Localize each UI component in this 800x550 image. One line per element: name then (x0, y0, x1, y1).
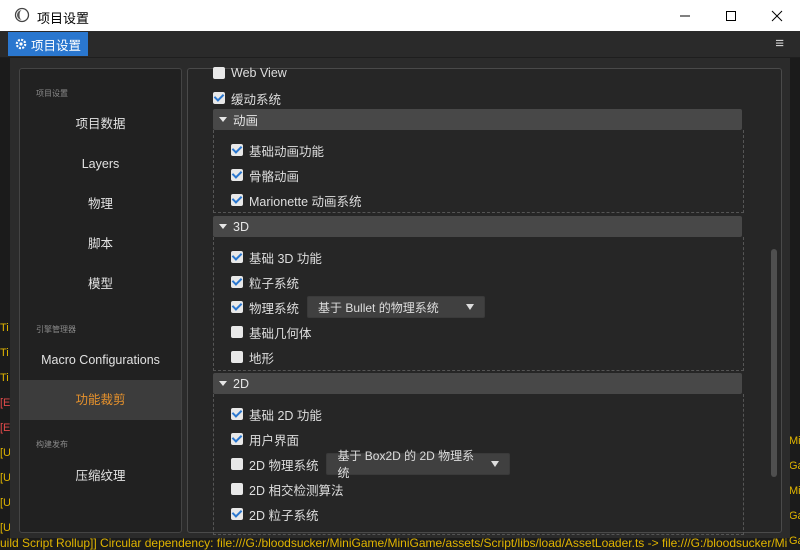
option-label: 基础动画功能 (249, 144, 325, 159)
group-header-3d[interactable]: 3D (213, 216, 742, 237)
checkbox[interactable] (231, 458, 243, 470)
option-2d-particles[interactable]: 2D 粒子系统 (231, 504, 318, 524)
console-fragment: Ga (789, 460, 800, 472)
checkbox[interactable] (231, 508, 243, 520)
option-basic-2d[interactable]: 基础 2D 功能 (231, 404, 322, 424)
option-label: 2D 相交检测算法 (249, 483, 344, 498)
physics-engine-select[interactable]: 基于 Bullet 的物理系统 (307, 296, 486, 318)
checkbox[interactable] (231, 144, 243, 156)
checkbox[interactable] (231, 408, 243, 420)
checkbox[interactable] (231, 169, 243, 181)
console-fragment: [E (0, 422, 11, 434)
sidebar-section-title: 项目设置 (36, 89, 68, 98)
chevron-down-icon (491, 461, 500, 467)
option-skeletal-animation[interactable]: 骨骼动画 (231, 165, 299, 185)
gear-icon (15, 38, 27, 50)
group-title: 2D (233, 376, 249, 391)
group-title: 3D (233, 219, 249, 234)
checkbox[interactable] (231, 251, 243, 263)
checkbox[interactable] (231, 194, 243, 206)
option-label: 骨骼动画 (249, 169, 300, 184)
option-label: 基础几何体 (249, 326, 312, 341)
option-label: 用户界面 (249, 433, 300, 448)
sidebar-item-macro-configurations[interactable]: Macro Configurations (20, 340, 181, 380)
close-button[interactable] (754, 0, 800, 31)
sidebar-item-feature-cropping[interactable]: 功能裁剪 (20, 380, 181, 420)
sidebar-section-title: 构建发布 (36, 440, 68, 449)
collapse-triangle-icon (219, 224, 227, 229)
maximize-button[interactable] (708, 0, 754, 31)
checkbox[interactable] (213, 92, 225, 104)
window-titlebar: 项目设置 (0, 0, 800, 31)
group-title: 动画 (233, 114, 259, 128)
sidebar-item-model[interactable]: 模型 (20, 264, 181, 304)
window-title: 项目设置 (37, 11, 90, 26)
option-basic-3d[interactable]: 基础 3D 功能 (231, 247, 322, 267)
checkbox[interactable] (231, 433, 243, 445)
console-fragment: [E (0, 397, 11, 409)
option-tween-system[interactable]: 缓动系统 (213, 88, 281, 108)
option-terrain[interactable]: 地形 (231, 347, 274, 367)
option-primitives[interactable]: 基础几何体 (231, 322, 312, 342)
collapse-triangle-icon (219, 381, 227, 386)
tab-label: 项目设置 (31, 38, 82, 53)
sidebar-item-scripts[interactable]: 脚本 (20, 224, 181, 264)
console-fragment: Ti (0, 322, 9, 334)
option-label: 基础 3D 功能 (249, 251, 322, 266)
select-value: 基于 Bullet 的物理系统 (318, 300, 439, 315)
console-fragment: Mi (789, 485, 800, 497)
option-label: 物理系统 (249, 301, 300, 316)
chevron-down-icon (466, 304, 475, 310)
app-icon (14, 7, 30, 23)
sidebar-item-project-data[interactable]: 项目数据 (20, 104, 181, 144)
option-2d-physics[interactable]: 2D 物理系统 基于 Box2D 的 2D 物理系统 (231, 449, 511, 480)
option-label: 2D 粒子系统 (249, 508, 319, 523)
checkbox[interactable] (231, 301, 243, 313)
option-basic-animation[interactable]: 基础动画功能 (231, 140, 324, 160)
checkbox[interactable] (213, 67, 225, 79)
maximize-icon (726, 10, 736, 21)
sidebar-item-physics[interactable]: 物理 (20, 184, 181, 224)
option-marionette[interactable]: Marionette 动画系统 (231, 190, 362, 210)
checkbox[interactable] (231, 276, 243, 288)
tab-project-settings[interactable]: 项目设置 (8, 32, 88, 56)
option-label: 2D 物理系统 (249, 458, 319, 473)
close-icon (771, 10, 783, 21)
minimize-icon (680, 15, 690, 16)
checkbox[interactable] (231, 351, 243, 363)
physics-2d-engine-select[interactable]: 基于 Box2D 的 2D 物理系统 (326, 449, 511, 480)
option-ui[interactable]: 用户界面 (231, 429, 299, 449)
option-label: 粒子系统 (249, 276, 300, 291)
minimize-button[interactable] (662, 0, 708, 31)
group-header-2d[interactable]: 2D (213, 373, 742, 394)
option-label: Marionette 动画系统 (249, 194, 362, 209)
scrollbar-thumb[interactable] (771, 249, 777, 477)
console-fragment: Mi (789, 435, 800, 447)
console-fragment: Ti (0, 372, 9, 384)
console-fragment: Ga (789, 510, 800, 522)
checkbox[interactable] (231, 483, 243, 495)
sidebar-item-compress-texture[interactable]: 压缩纹理 (20, 456, 181, 496)
sidebar-item-layers[interactable]: Layers (20, 144, 181, 184)
console-line: uild Script Rollup]] Circular dependency… (0, 536, 788, 550)
collapse-triangle-icon (219, 117, 227, 122)
option-label: 缓动系统 (231, 92, 282, 107)
menu-icon[interactable]: ≡ (775, 35, 784, 52)
option-web-view[interactable]: Web View (213, 63, 287, 83)
option-particle-system[interactable]: 粒子系统 (231, 272, 299, 292)
tab-bar: 项目设置 ≡ (0, 31, 800, 58)
sidebar: 项目设置 项目数据 Layers 物理 脚本 模型 引擎管理器 Macro Co… (19, 68, 182, 533)
checkbox[interactable] (231, 326, 243, 338)
select-value: 基于 Box2D 的 2D 物理系统 (337, 449, 475, 480)
group-header-animation[interactable]: 动画 (213, 109, 742, 130)
option-label: 基础 2D 功能 (249, 408, 322, 423)
option-physics-system[interactable]: 物理系统 基于 Bullet 的物理系统 (231, 296, 486, 318)
option-label: 地形 (249, 351, 275, 366)
console-fragment: Ti (0, 347, 9, 359)
sidebar-section-title: 引擎管理器 (36, 325, 76, 334)
option-2d-intersection[interactable]: 2D 相交检测算法 (231, 479, 343, 499)
option-label: Web View (231, 66, 287, 80)
